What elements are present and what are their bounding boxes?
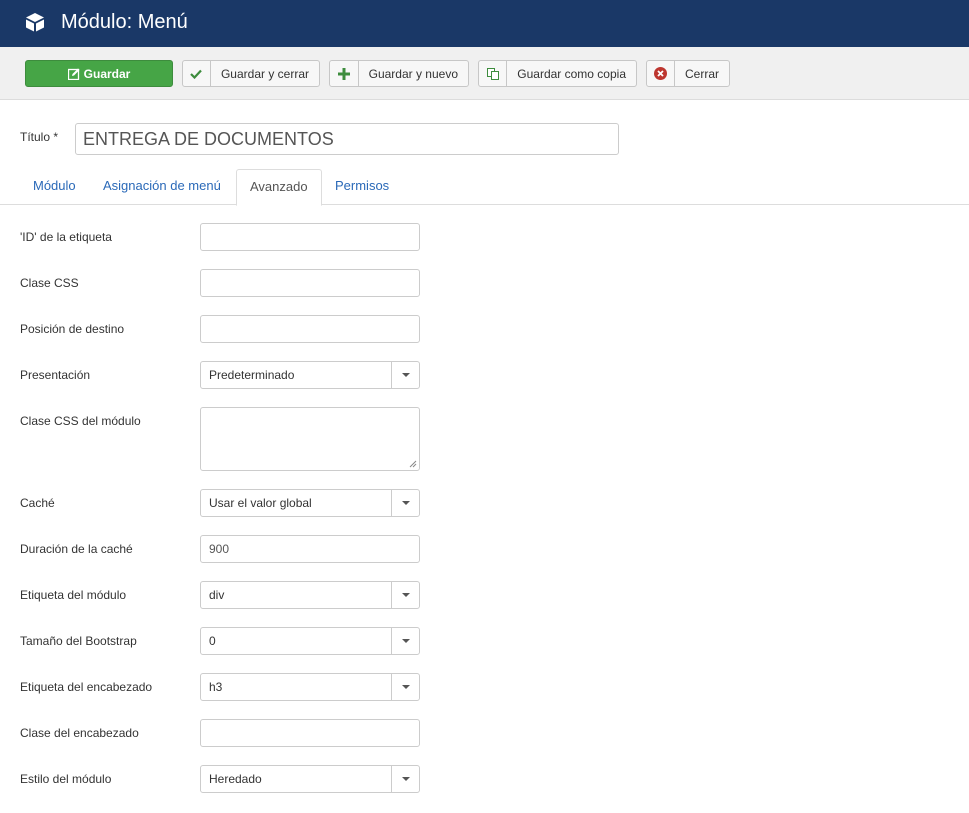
layout-select-value: Predeterminado [209, 368, 295, 382]
bootstrap-size-select-value: 0 [209, 634, 216, 648]
joomla-cube-icon [26, 13, 44, 32]
close-label: Cerrar [684, 66, 719, 81]
app-header: Módulo: Menú [0, 0, 969, 47]
page-title: Módulo: Menú [61, 11, 188, 33]
copy-icon [479, 61, 508, 86]
module-style-label: Estilo del módulo [20, 772, 112, 786]
header-class-input[interactable] [200, 719, 420, 747]
cache-select[interactable]: Usar el valor global [200, 489, 420, 517]
target-position-input[interactable] [200, 315, 420, 343]
title-field-label: Título * [20, 130, 59, 144]
css-class-input[interactable] [200, 269, 420, 297]
chevron-down-icon[interactable] [391, 674, 419, 700]
tab-permisos[interactable]: Permisos [322, 169, 402, 205]
id-label-label: 'ID' de la etiqueta [20, 230, 112, 244]
chevron-down-icon[interactable] [391, 582, 419, 608]
toolbar: Guardar Guardar y cerrar Guardar y nuevo… [0, 47, 969, 100]
header-tag-label: Etiqueta del encabezado [20, 680, 153, 694]
layout-select[interactable]: Predeterminado [200, 361, 420, 389]
cache-select-value: Usar el valor global [209, 496, 312, 510]
chevron-down-icon[interactable] [391, 490, 419, 516]
module-css-textarea[interactable] [200, 407, 420, 471]
tab-asignacion-menu[interactable]: Asignación de menú [90, 169, 234, 205]
header-tag-select[interactable]: h3 [200, 673, 420, 701]
module-tag-label: Etiqueta del módulo [20, 588, 127, 602]
save-button-label: Guardar [83, 66, 131, 81]
title-input[interactable] [75, 123, 619, 155]
bootstrap-size-label: Tamaño del Bootstrap [20, 634, 137, 648]
chevron-down-icon[interactable] [391, 628, 419, 654]
cache-time-input[interactable] [200, 535, 420, 563]
edit-icon [67, 68, 80, 80]
module-tag-select[interactable]: div [200, 581, 420, 609]
save-button[interactable]: Guardar [25, 60, 173, 87]
module-css-label: Clase CSS del módulo [20, 414, 141, 428]
cache-time-label: Duración de la caché [20, 542, 133, 556]
save-copy-label: Guardar como copia [517, 66, 626, 81]
close-circle-icon [647, 61, 675, 86]
plus-icon [330, 61, 359, 86]
chevron-down-icon[interactable] [391, 362, 419, 388]
save-new-button[interactable]: Guardar y nuevo [329, 60, 469, 87]
chevron-down-icon[interactable] [391, 766, 419, 792]
tab-modulo[interactable]: Módulo [20, 169, 89, 205]
module-style-select[interactable]: Heredado [200, 765, 420, 793]
save-copy-button[interactable]: Guardar como copia [478, 60, 637, 87]
bootstrap-size-select[interactable]: 0 [200, 627, 420, 655]
save-new-label: Guardar y nuevo [368, 66, 458, 81]
tab-avanzado[interactable]: Avanzado [236, 169, 322, 206]
close-button[interactable]: Cerrar [646, 60, 730, 87]
save-close-label: Guardar y cerrar [220, 66, 309, 81]
module-tag-select-value: div [209, 588, 225, 602]
target-position-label: Posición de destino [20, 322, 125, 336]
cache-label: Caché [20, 496, 55, 510]
module-style-select-value: Heredado [209, 772, 262, 786]
header-tag-select-value: h3 [209, 680, 223, 694]
resize-grip-icon[interactable] [409, 460, 417, 468]
css-class-label: Clase CSS [20, 276, 79, 290]
layout-label: Presentación [20, 368, 91, 382]
check-icon [183, 61, 211, 86]
save-close-button[interactable]: Guardar y cerrar [182, 60, 320, 87]
header-class-label: Clase del encabezado [20, 726, 139, 740]
tab-bar: Módulo Asignación de menú Avanzado Permi… [0, 169, 969, 206]
id-label-input[interactable] [200, 223, 420, 251]
